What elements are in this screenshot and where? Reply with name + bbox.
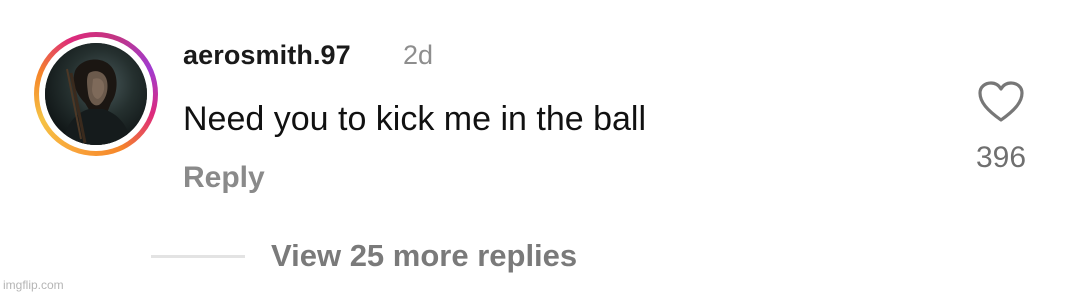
like-count: 396 xyxy=(975,141,1027,174)
avatar-image xyxy=(45,43,147,145)
comment-timestamp: 2d xyxy=(403,40,434,70)
reply-button[interactable]: Reply xyxy=(183,161,265,195)
replies-divider-line xyxy=(151,255,245,258)
comment-username[interactable]: aerosmith.97 xyxy=(183,40,351,71)
avatar[interactable] xyxy=(45,43,147,145)
comment-text: Need you to kick me in the ball xyxy=(183,100,647,138)
watermark: imgflip.com xyxy=(3,278,64,292)
avatar-story-ring[interactable] xyxy=(34,32,158,156)
heart-outline-icon xyxy=(978,81,1024,122)
view-more-replies-button[interactable]: View 25 more replies xyxy=(271,238,577,274)
like-button[interactable] xyxy=(977,80,1025,124)
comment-item: aerosmith.97 2d Need you to kick me in t… xyxy=(0,0,1080,293)
